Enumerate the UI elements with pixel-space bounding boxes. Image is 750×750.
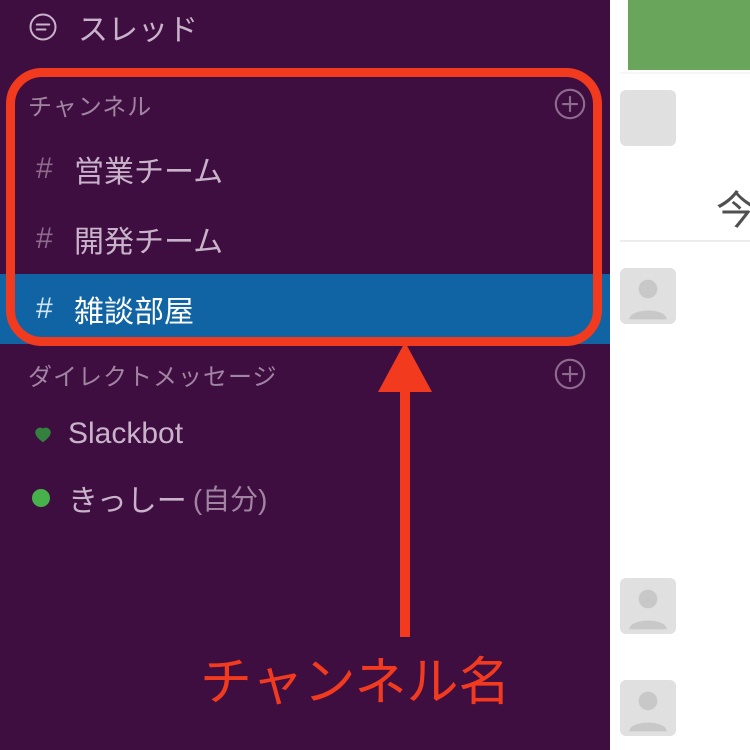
divider	[620, 72, 750, 74]
threads-item[interactable]: スレッド	[0, 0, 610, 60]
divider	[620, 240, 750, 242]
dm-section-header: ダイレクトメッセージ	[0, 352, 610, 396]
avatar	[620, 90, 676, 146]
thread-icon	[28, 12, 66, 42]
main-area-fragment: 今	[610, 0, 750, 750]
channel-name: 営業チーム	[74, 147, 223, 191]
channel-item[interactable]: # 開発チーム	[0, 204, 610, 274]
dm-list: Slackbot きっしー (自分)	[0, 402, 610, 530]
annotation-label: チャンネル名	[200, 640, 510, 715]
dm-self-suffix: (自分)	[193, 478, 268, 518]
threads-label: スレッド	[78, 5, 198, 49]
visible-char: 今	[682, 178, 750, 236]
avatar	[620, 578, 676, 634]
channels-header-label: チャンネル	[28, 87, 152, 122]
message-row	[620, 574, 676, 634]
message-row	[620, 86, 676, 146]
add-dm-button[interactable]	[552, 356, 588, 392]
hash-icon: #	[36, 292, 74, 326]
dm-header-label: ダイレクトメッセージ	[28, 357, 278, 392]
channel-name: 開発チーム	[74, 217, 223, 261]
sidebar: スレッド チャンネル # 営業チーム # 開発チーム # 雑談部屋 ダイレクトメ…	[0, 0, 610, 750]
channel-item[interactable]: # 営業チーム	[0, 134, 610, 204]
hash-icon: #	[36, 222, 74, 256]
channel-item-selected[interactable]: # 雑談部屋	[0, 274, 610, 344]
presence-online-icon	[32, 489, 68, 507]
hash-icon: #	[36, 152, 74, 186]
channel-name: 雑談部屋	[74, 287, 194, 331]
heart-icon	[32, 423, 68, 445]
dm-name: Slackbot	[68, 417, 183, 451]
add-channel-button[interactable]	[552, 86, 588, 122]
message-row	[620, 676, 676, 736]
channel-list: # 営業チーム # 開発チーム # 雑談部屋	[0, 134, 610, 344]
avatar	[620, 268, 676, 324]
message-row	[620, 264, 676, 324]
dm-item[interactable]: きっしー (自分)	[0, 466, 610, 530]
dm-item[interactable]: Slackbot	[0, 402, 610, 466]
header-accent	[628, 0, 750, 70]
dm-name: きっしー	[68, 476, 187, 520]
channels-section-header: チャンネル	[0, 82, 610, 126]
avatar	[620, 680, 676, 736]
